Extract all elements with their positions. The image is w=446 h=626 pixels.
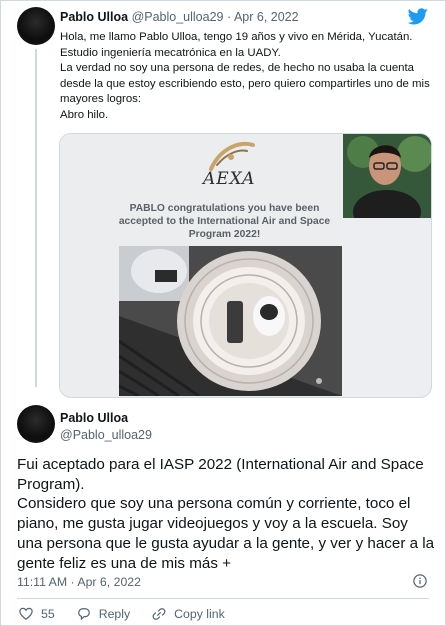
tweet-text-line: Estudio ingeniería mecatrónica en la UAD… [60,46,281,59]
header-separator: · [226,10,232,24]
acceptance-poster: AEXA PABLO congratulations you have been… [60,134,342,397]
heart-icon [19,607,33,621]
reply-icon [77,608,90,620]
tweet-text: Fui aceptado para el IASP 2022 (Internat… [17,455,435,573]
tweet-text-line: La verdad no soy una persona de redes, d… [60,62,430,106]
selfie-photo [343,134,431,218]
copy-link-label: Copy link [174,607,225,621]
reply-button[interactable]: Reply [77,607,130,621]
tweet-date[interactable]: Apr 6, 2022 [234,10,299,24]
astronaut-training-photo [119,246,342,396]
link-icon [152,608,166,620]
like-count: 55 [41,607,55,621]
thread-connector [35,49,37,387]
twitter-bird-icon[interactable] [408,8,428,25]
avatar[interactable] [17,405,55,443]
divider [17,598,429,599]
tweet-text-line: Considero que soy una persona común y co… [17,495,435,572]
aexa-logo-text: AEXA [203,169,256,189]
author-name[interactable]: Pablo Ulloa [60,10,128,24]
tweet-timestamp[interactable]: 11:11 AM · Apr 6, 2022 [17,575,141,589]
author-handle[interactable]: @Pablo_ulloa29 [132,10,224,24]
tweet-text-line: Fui aceptado para el IASP 2022 (Internat… [17,456,424,493]
like-button[interactable]: 55 [19,607,55,621]
tweet-text-line: Abro hilo. [60,108,109,121]
avatar[interactable] [17,7,55,45]
copy-link-button[interactable]: Copy link [152,607,225,621]
tweet-text: Hola, me llamo Pablo Ulloa, tengo 19 año… [60,30,432,124]
author-handle[interactable]: @Pablo_ulloa29 [60,428,152,442]
tweet-header: Pablo Ulloa @Pablo_ulloa29 · Apr 6, 2022 [60,10,299,24]
tweet-text-line: Hola, me llamo Pablo Ulloa, tengo 19 año… [60,31,413,43]
tweet-actions: 55 Reply Copy link [19,607,247,621]
tweet-media[interactable]: AEXA PABLO congratulations you have been… [59,133,432,398]
reply-label: Reply [98,607,131,621]
info-icon[interactable] [413,574,427,588]
author-name[interactable]: Pablo Ulloa [60,411,128,425]
acceptance-message: PABLO congratulations you have been acce… [118,203,331,241]
